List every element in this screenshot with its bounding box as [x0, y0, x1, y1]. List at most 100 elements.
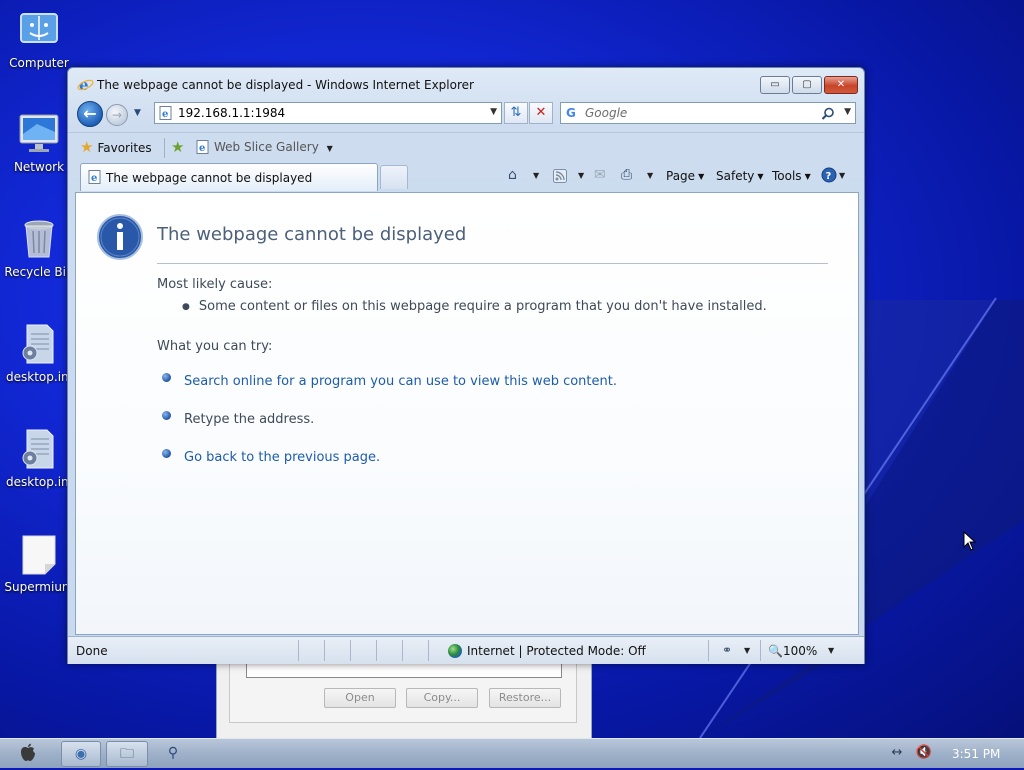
minimize-button[interactable]: ▭: [760, 76, 790, 94]
desktop-icon-label: Computer: [9, 56, 69, 70]
folder-icon: 🗀: [120, 746, 134, 762]
print-dropdown-icon[interactable]: ▼: [647, 171, 653, 180]
stop-icon: ✕: [535, 105, 547, 120]
dialog-group: Open Copy... Restore...: [229, 661, 577, 723]
new-tab-button[interactable]: [380, 165, 408, 189]
clock[interactable]: 3:51 PM: [952, 747, 1000, 761]
refresh-button[interactable]: ⇅: [504, 102, 528, 124]
help-icon[interactable]: ?: [821, 167, 837, 183]
forward-arrow-icon: →: [111, 108, 123, 122]
feeds-dropdown-icon[interactable]: ▼: [578, 171, 584, 180]
window-title: The webpage cannot be displayed - Window…: [97, 78, 474, 92]
network-status-icon[interactable]: ↔: [884, 741, 910, 767]
zone-text: Internet | Protected Mode: Off: [467, 644, 646, 658]
back-button[interactable]: ←: [77, 101, 103, 127]
open-button[interactable]: Open: [324, 688, 396, 708]
tools-menu[interactable]: Tools ▼: [772, 169, 811, 183]
chevron-down-icon: ▼: [804, 172, 811, 181]
bullet-icon: [162, 449, 171, 458]
forward-button[interactable]: →: [106, 104, 128, 126]
magnifier-icon: ⚲: [167, 745, 179, 761]
dialog-list-box[interactable]: [246, 662, 562, 678]
web-slice-gallery-label: Web Slice Gallery: [214, 140, 319, 154]
mail-icon[interactable]: ✉: [594, 167, 606, 183]
ie-logo-icon: e: [77, 76, 94, 93]
zoom-level: 100%: [782, 644, 818, 658]
retype-address-item: Retype the address.: [162, 411, 314, 427]
restore-button[interactable]: Restore...: [489, 688, 561, 708]
desktop-icon-computer[interactable]: Computer: [0, 8, 78, 70]
title-bar[interactable]: e The webpage cannot be displayed - Wind…: [68, 68, 864, 100]
divider: [157, 263, 828, 264]
svg-text:?: ?: [826, 171, 832, 182]
taskbar-ie-button[interactable]: ◉: [61, 741, 101, 767]
taskbar-explorer-button[interactable]: 🗀: [106, 741, 148, 767]
zoom-dropdown-icon[interactable]: ▼: [828, 646, 834, 655]
web-slice-gallery-link[interactable]: e Web Slice Gallery ▼: [196, 140, 333, 154]
globe-icon: [448, 644, 462, 658]
ie-window: e The webpage cannot be displayed - Wind…: [67, 67, 865, 664]
recycle-bin-icon: [24, 220, 54, 258]
bullet-icon: [162, 373, 171, 382]
address-bar[interactable]: e 192.168.1.1:1984 ▼: [154, 102, 502, 124]
address-dropdown-icon[interactable]: ▼: [490, 107, 497, 117]
go-back-link[interactable]: Go back to the previous page.: [162, 449, 380, 465]
chevron-down-icon: ▼: [757, 172, 764, 181]
page-title: The webpage cannot be displayed: [157, 224, 467, 245]
home-dropdown-icon[interactable]: ▼: [533, 171, 539, 180]
address-text[interactable]: 192.168.1.1:1984: [178, 106, 285, 120]
home-icon[interactable]: ⌂: [508, 167, 517, 183]
link-text[interactable]: Search online for a program you can use …: [184, 374, 617, 389]
start-button[interactable]: [14, 741, 42, 767]
favorites-star-icon: ★: [80, 138, 94, 156]
taskbar-search-button[interactable]: ⚲: [158, 741, 188, 767]
close-button[interactable]: ✕: [824, 76, 858, 94]
print-icon[interactable]: ⎙: [621, 167, 632, 183]
refresh-icon: ⇅: [510, 105, 522, 120]
volume-muted-icon[interactable]: 🔇: [912, 741, 936, 767]
copy-button[interactable]: Copy...: [406, 688, 478, 708]
divider: [402, 640, 403, 661]
config-file-icon: [22, 429, 54, 469]
divider: [298, 640, 299, 661]
maximize-button[interactable]: ▢: [792, 76, 822, 94]
page-content: The webpage cannot be displayed Most lik…: [75, 192, 859, 635]
help-dropdown-icon[interactable]: ▼: [839, 171, 845, 180]
info-icon: [97, 214, 143, 260]
page-icon: e: [88, 170, 101, 184]
background-dialog: Open Copy... Restore...: [216, 660, 592, 738]
divider: [164, 138, 165, 158]
chevron-down-icon: ▼: [698, 172, 705, 181]
link-text[interactable]: Go back to the previous page.: [184, 450, 380, 465]
taskbar: ◉ 🗀 ⚲ ↔ 🔇 3:51 PM: [0, 738, 1024, 768]
search-online-link[interactable]: Search online for a program you can use …: [162, 373, 617, 389]
stop-button[interactable]: ✕: [529, 102, 553, 124]
divider: [428, 640, 429, 661]
favorites-button[interactable]: ★ Favorites: [80, 138, 152, 158]
tab-row: e The webpage cannot be displayed ⌂ ▼ ▼ …: [68, 162, 864, 192]
feeds-icon[interactable]: [553, 169, 567, 183]
favorites-label: Favorites: [97, 141, 152, 155]
svg-text:e: e: [162, 109, 168, 120]
status-bar: Done Internet | Protected Mode: Off ⚭ ▼ …: [68, 636, 864, 664]
divider: [708, 640, 709, 661]
page-menu[interactable]: Page ▼: [666, 169, 704, 183]
tab-current[interactable]: e The webpage cannot be displayed: [80, 163, 378, 191]
back-arrow-icon: ←: [83, 104, 97, 123]
google-icon: G: [566, 106, 576, 120]
network-monitor-icon: [19, 114, 59, 152]
search-placeholder[interactable]: Google: [585, 106, 627, 120]
search-options-dropdown-icon[interactable]: ▼: [844, 107, 851, 117]
zoom-control[interactable]: 🔍100%: [768, 644, 817, 658]
safety-menu[interactable]: Safety ▼: [716, 169, 764, 183]
blank-file-icon: [22, 535, 56, 575]
history-dropdown-icon[interactable]: ▼: [134, 108, 141, 118]
chevron-down-icon[interactable]: ▼: [744, 646, 750, 655]
divider: [760, 640, 761, 661]
security-zone[interactable]: Internet | Protected Mode: Off: [448, 644, 646, 658]
search-icon[interactable]: [821, 107, 835, 121]
popup-settings-icon[interactable]: ⚭: [722, 643, 732, 657]
search-box[interactable]: G Google ▼: [560, 102, 856, 124]
page-icon: e: [159, 106, 172, 120]
add-to-favorites-bar-icon[interactable]: ★: [171, 138, 184, 156]
